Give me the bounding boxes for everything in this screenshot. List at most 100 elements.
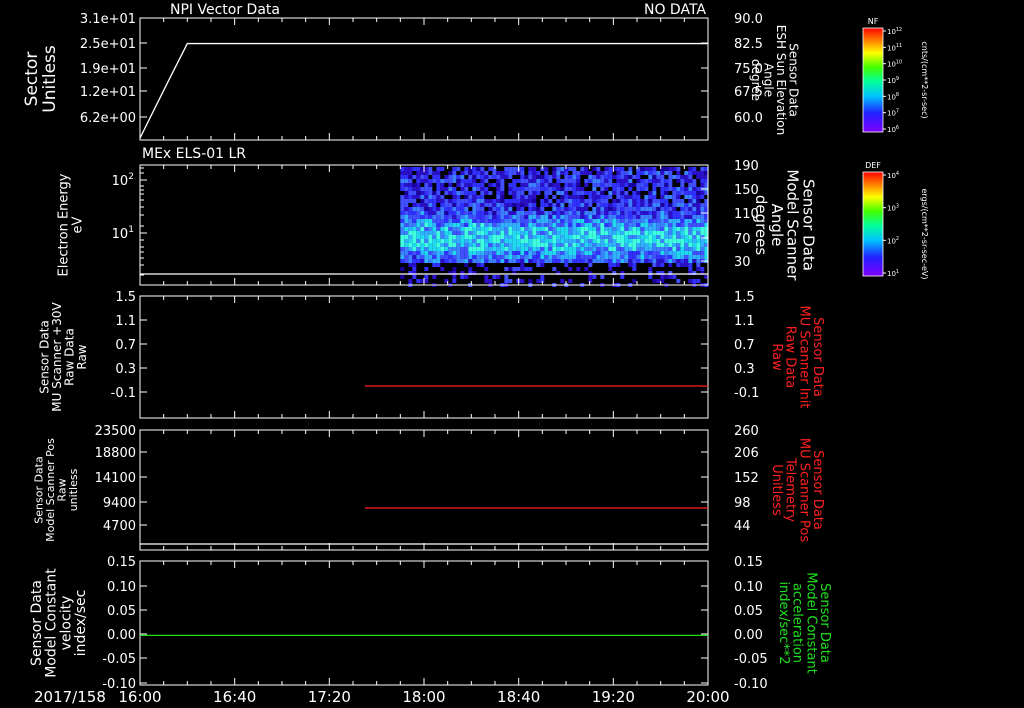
y-tick-label-left: 0.10 (107, 580, 136, 595)
heatmap-cell (584, 219, 589, 223)
heatmap-cell (500, 251, 505, 255)
heatmap-cell (684, 171, 689, 175)
heatmap-cell (408, 215, 413, 219)
heatmap-cell (696, 279, 701, 283)
heatmap-cell (608, 235, 613, 239)
heatmap-cell (524, 231, 529, 235)
heatmap-cell (484, 247, 489, 251)
heatmap-cell (448, 171, 453, 175)
y-tick-label-left: 23500 (95, 424, 136, 439)
y-tick-label-right: -0.10 (734, 677, 768, 692)
heatmap-cell (452, 267, 457, 271)
heatmap-cell (620, 255, 625, 259)
heatmap-cell (544, 191, 549, 195)
heatmap-cell (436, 211, 441, 215)
heatmap-cell (556, 219, 561, 223)
heatmap-cell (696, 235, 701, 239)
heatmap-cell (504, 203, 509, 207)
heatmap-cell (612, 247, 617, 251)
heatmap-cell (480, 247, 485, 251)
heatmap-cell (668, 275, 673, 279)
heatmap-cell (668, 167, 673, 171)
heatmap-cell (432, 275, 437, 279)
heatmap-cell (596, 203, 601, 207)
heatmap-cell (580, 171, 585, 175)
heatmap-cell (508, 267, 513, 271)
heatmap-cell (648, 191, 653, 195)
heatmap-cell (616, 179, 621, 183)
heatmap-cell (564, 183, 569, 187)
heatmap-cell (528, 251, 533, 255)
figure-canvas: 3.1e+012.5e+011.9e+011.2e+016.2e+0090.08… (0, 0, 1024, 708)
heatmap-cell (596, 211, 601, 215)
heatmap-cell (680, 239, 685, 243)
heatmap-cell (584, 243, 589, 247)
heatmap-cell (504, 211, 509, 215)
heatmap-cell (604, 259, 609, 263)
heatmap-cell (680, 191, 685, 195)
heatmap-cell (552, 203, 557, 207)
heatmap-cell (556, 211, 561, 215)
heatmap-cell (432, 175, 437, 179)
heatmap-cell (616, 259, 621, 263)
heatmap-cell (540, 183, 545, 187)
heatmap-cell (448, 251, 453, 255)
heatmap-cell (528, 235, 533, 239)
heatmap-cell (612, 203, 617, 207)
heatmap-cell (444, 247, 449, 251)
heatmap-cell (624, 211, 629, 215)
heatmap-cell (456, 215, 461, 219)
heatmap-cell (512, 171, 517, 175)
heatmap-cell (488, 255, 493, 259)
heatmap-cell (572, 167, 577, 171)
heatmap-cell (408, 167, 413, 171)
heatmap-cell (536, 231, 541, 235)
heatmap-cell (432, 179, 437, 183)
heatmap-cell (548, 251, 553, 255)
heatmap-cell (448, 231, 453, 235)
heatmap-cell (528, 219, 533, 223)
heatmap-cell (648, 239, 653, 243)
heatmap-cell (452, 187, 457, 191)
heatmap-cell (436, 263, 441, 267)
heatmap-cell (528, 239, 533, 243)
heatmap-cell (484, 215, 489, 219)
heatmap-cell (572, 179, 577, 183)
heatmap-cell (480, 263, 485, 267)
heatmap-cell (508, 167, 513, 171)
heatmap-cell (452, 239, 457, 243)
heatmap-cell (472, 171, 477, 175)
heatmap-cell (472, 211, 477, 215)
heatmap-cell (544, 243, 549, 247)
heatmap-cell (628, 231, 633, 235)
heatmap-cell (400, 183, 405, 187)
heatmap-cell (516, 247, 521, 251)
heatmap-cell (492, 203, 497, 207)
heatmap-cell (656, 263, 661, 267)
heatmap-cell (620, 259, 625, 263)
heatmap-cell (440, 251, 445, 255)
heatmap-cell (572, 251, 577, 255)
heatmap-cell (584, 199, 589, 203)
heatmap-cell (568, 195, 573, 199)
heatmap-cell (436, 183, 441, 187)
heatmap-cell (580, 243, 585, 247)
heatmap-cell (624, 199, 629, 203)
heatmap-cell (624, 255, 629, 259)
heatmap-cell (400, 211, 405, 215)
heatmap-cell (592, 223, 597, 227)
heatmap-cell (532, 235, 537, 239)
heatmap-cell (496, 203, 501, 207)
heatmap-cell (404, 207, 409, 211)
heatmap-cell (536, 171, 541, 175)
heatmap-cell (620, 251, 625, 255)
heatmap-cell (420, 175, 425, 179)
heatmap-cell (428, 215, 433, 219)
heatmap-cell (552, 187, 557, 191)
heatmap-cell (420, 199, 425, 203)
heatmap-cell (440, 179, 445, 183)
heatmap-cell (700, 207, 705, 211)
heatmap-cell (540, 223, 545, 227)
heatmap-cell (496, 211, 501, 215)
heatmap-cell (496, 275, 501, 279)
